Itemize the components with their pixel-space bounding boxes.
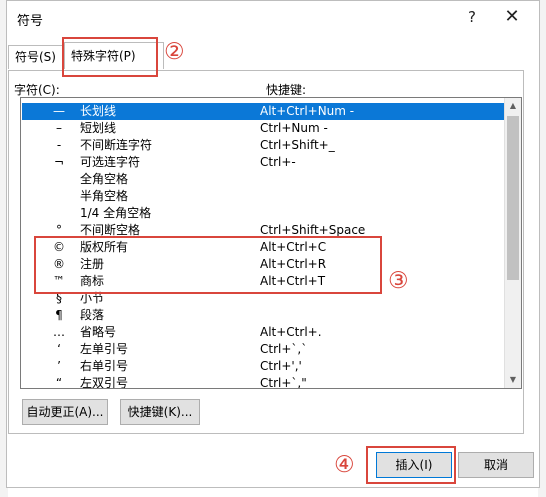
character-shortcut: Ctrl+Shift+_ xyxy=(260,138,335,152)
close-icon[interactable]: ✕ xyxy=(497,5,527,29)
scroll-up-icon[interactable]: ▲ xyxy=(505,98,521,114)
list-item[interactable]: — 长划线 Alt+Ctrl+Num - xyxy=(22,103,504,120)
character-symbol: ‘ xyxy=(57,342,61,356)
character-name: 全角空格 xyxy=(80,172,129,186)
character-name: 省略号 xyxy=(80,325,117,339)
callout-number-3: ③ xyxy=(388,268,409,294)
character-name: 不间断连字符 xyxy=(80,138,153,152)
character-symbol: ’ xyxy=(57,359,61,373)
list-item[interactable]: ‘ 左单引号 Ctrl+`,` xyxy=(22,341,504,358)
list-item[interactable]: ’ 右单引号 Ctrl+',' xyxy=(22,358,504,375)
highlight-copyright-rows xyxy=(34,236,382,294)
tab-symbols[interactable]: 符号(S) xyxy=(8,45,68,69)
character-shortcut: Ctrl+- xyxy=(260,155,296,169)
character-symbol: ¶ xyxy=(55,308,63,322)
character-symbol: ¬ xyxy=(53,155,65,169)
character-name: 半角空格 xyxy=(80,189,129,203)
callout-number-2: ② xyxy=(164,39,185,65)
character-shortcut: Ctrl+Num - xyxy=(260,121,328,135)
character-shortcut: Ctrl+`,` xyxy=(260,342,308,356)
list-item[interactable]: - 不间断连字符 Ctrl+Shift+_ xyxy=(22,137,504,154)
character-symbol: “ xyxy=(55,376,63,389)
dialog-title: 符号 xyxy=(17,14,44,29)
character-name: 短划线 xyxy=(80,121,117,135)
list-item[interactable]: ¶ 段落 xyxy=(22,307,504,324)
character-shortcut: Alt+Ctrl+Num - xyxy=(260,104,355,118)
list-item[interactable]: 全角空格 xyxy=(22,171,504,188)
cancel-button[interactable]: 取消 xyxy=(458,452,534,478)
help-icon[interactable]: ? xyxy=(457,5,487,29)
character-shortcut: Ctrl+`," xyxy=(260,376,307,389)
highlight-special-tab xyxy=(62,37,158,77)
list-item[interactable]: “ 左双引号 Ctrl+`," xyxy=(22,375,504,389)
vertical-scrollbar[interactable]: ▲ ▼ xyxy=(504,98,521,388)
scroll-down-icon[interactable]: ▼ xyxy=(505,372,521,388)
title-bar: 符号 ? ✕ xyxy=(7,1,539,35)
character-column-header: 字符(C): xyxy=(14,83,60,97)
character-name: 段落 xyxy=(80,308,105,322)
list-item[interactable]: 半角空格 xyxy=(22,188,504,205)
character-name: 1/4 全角空格 xyxy=(80,206,152,220)
list-item[interactable]: … 省略号 Alt+Ctrl+. xyxy=(22,324,504,341)
character-shortcut: Ctrl+',' xyxy=(260,359,302,373)
character-name: 长划线 xyxy=(80,104,117,118)
character-name: 右单引号 xyxy=(80,359,129,373)
character-symbol: … xyxy=(53,325,65,339)
callout-number-4: ④ xyxy=(334,452,355,478)
character-symbol: - xyxy=(56,138,62,152)
list-item[interactable]: 1/4 全角空格 xyxy=(22,205,504,222)
scrollbar-thumb[interactable] xyxy=(507,116,519,280)
character-symbol: — xyxy=(53,104,65,118)
character-symbol: – xyxy=(56,121,62,135)
character-name: 左单引号 xyxy=(80,342,129,356)
shortcut-column-header: 快捷键: xyxy=(266,83,307,97)
autocorrect-button[interactable]: 自动更正(A)... xyxy=(22,399,108,425)
character-name: 左双引号 xyxy=(80,376,129,389)
character-shortcut: Alt+Ctrl+. xyxy=(260,325,322,339)
list-item[interactable]: – 短划线 Ctrl+Num - xyxy=(22,120,504,137)
shortcut-key-button[interactable]: 快捷键(K)... xyxy=(120,399,200,425)
character-name: 可选连字符 xyxy=(80,155,141,169)
list-item[interactable]: ¬ 可选连字符 Ctrl+- xyxy=(22,154,504,171)
highlight-insert-button xyxy=(366,446,456,484)
